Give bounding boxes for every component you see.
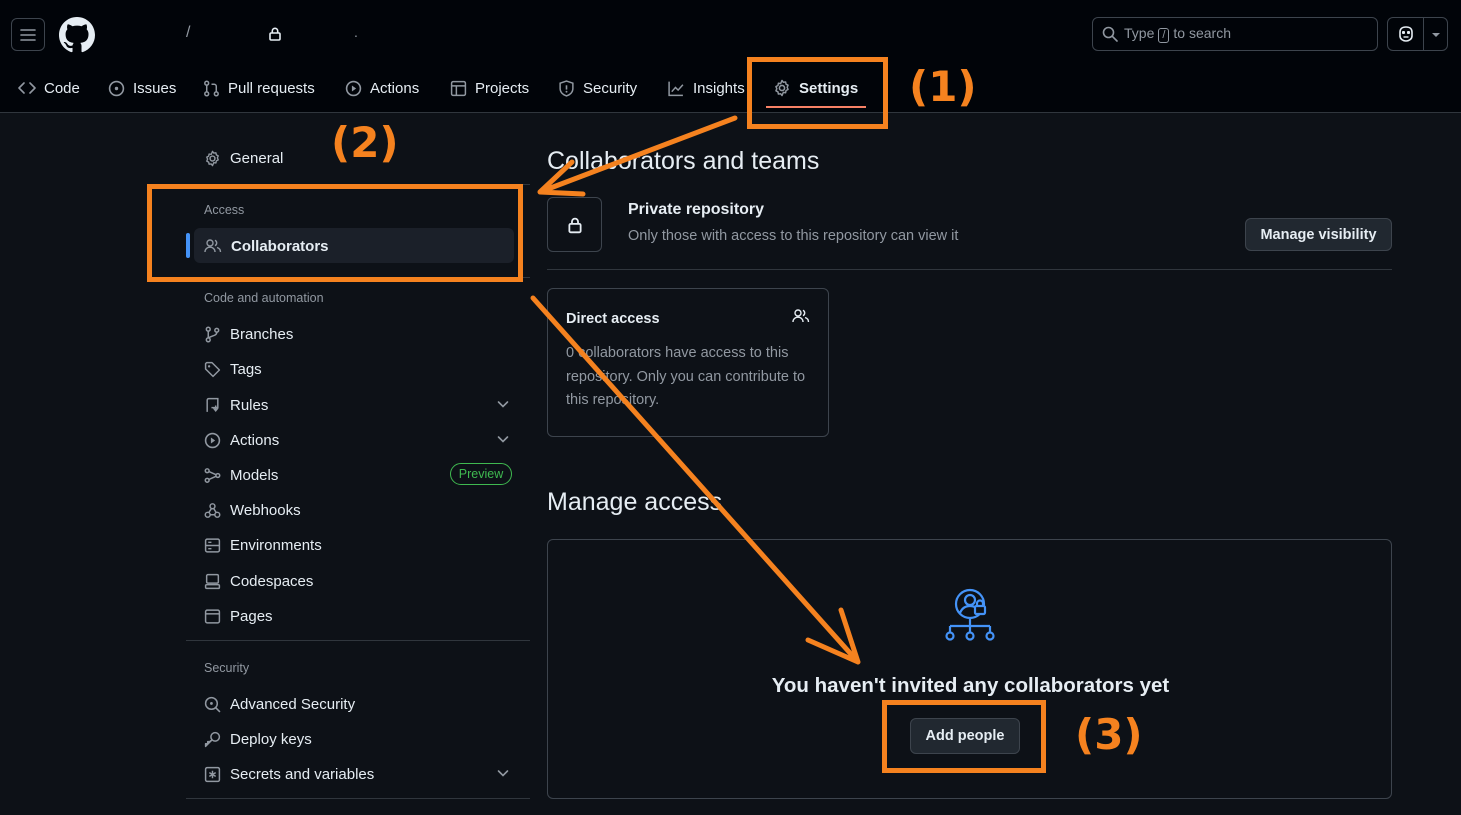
webhook-icon <box>204 502 221 518</box>
pull-request-icon <box>204 80 219 96</box>
direct-access-text: 0 collaborators have access to this repo… <box>566 345 806 408</box>
github-logo-icon[interactable] <box>59 17 95 53</box>
hamburger-icon <box>20 28 36 41</box>
menu-button[interactable] <box>11 18 45 51</box>
copilot-icon <box>1399 26 1413 42</box>
sidebar-item-rules[interactable]: Rules <box>204 393 268 417</box>
collaborators-org-icon <box>945 588 995 641</box>
sidebar-heading-security: Security <box>204 661 250 675</box>
collaborators-heading: Collaborators and teams <box>547 147 820 175</box>
tag-icon <box>204 361 221 377</box>
play-icon <box>204 432 221 448</box>
manage-visibility-button[interactable]: Manage visibility <box>1245 218 1392 251</box>
tab-actions[interactable]: Actions <box>345 70 419 106</box>
tab-insights[interactable]: Insights <box>667 70 745 106</box>
gear-icon <box>206 150 219 166</box>
server-icon <box>204 537 221 553</box>
direct-access-title: Direct access <box>566 311 660 327</box>
issue-icon <box>108 80 125 96</box>
tab-code[interactable]: Code <box>18 70 80 106</box>
tab-pull-requests[interactable]: Pull requests <box>203 70 315 106</box>
annotation-box-collaborators <box>147 184 523 282</box>
sidebar-item-tags[interactable]: Tags <box>204 357 262 381</box>
annotation-step-2: (2) <box>331 118 399 167</box>
shield-icon <box>559 79 574 97</box>
sidebar-divider <box>186 798 530 799</box>
asterisk-icon <box>204 766 221 782</box>
sidebar-item-models[interactable]: Models <box>204 463 278 487</box>
sidebar-item-advanced-security[interactable]: Advanced Security <box>204 692 355 716</box>
preview-badge: Preview <box>450 463 512 485</box>
repo-header: / . Type / to search Code Issues Pull requ… <box>0 0 1461 113</box>
tab-security[interactable]: Security <box>558 70 637 106</box>
branch-icon <box>205 326 220 342</box>
private-repo-title: Private repository <box>628 201 765 218</box>
private-repo-description: Only those with access to this repositor… <box>628 228 959 244</box>
models-icon <box>204 467 221 483</box>
sidebar-item-actions[interactable]: Actions <box>204 428 279 452</box>
sidebar-item-deploy-keys[interactable]: Deploy keys <box>204 727 312 751</box>
sidebar-heading-code: Code and automation <box>204 291 324 305</box>
breadcrumb-separator: / <box>186 24 191 41</box>
sidebar-item-codespaces[interactable]: Codespaces <box>204 569 313 593</box>
chevron-down-icon[interactable] <box>496 397 510 411</box>
chevron-down-icon[interactable] <box>496 766 510 780</box>
sidebar-item-environments[interactable]: Environments <box>204 533 322 557</box>
browser-icon <box>204 608 221 624</box>
chevron-down-icon[interactable] <box>496 432 510 446</box>
sidebar-item-pages[interactable]: Pages <box>204 604 273 628</box>
search-placeholder: Type / to search <box>1124 25 1232 43</box>
tab-issues[interactable]: Issues <box>108 70 176 106</box>
annotation-step-1: (1) <box>909 62 977 111</box>
lock-icon <box>269 27 281 41</box>
people-icon <box>792 309 810 323</box>
key-icon <box>204 731 221 747</box>
empty-state-title: You haven't invited any collaborators ye… <box>771 674 1170 697</box>
codescan-icon <box>204 696 221 713</box>
table-icon <box>450 80 467 96</box>
breadcrumb-trailing: . <box>354 24 358 40</box>
annotation-box-settings <box>747 57 888 129</box>
code-icon <box>18 82 36 94</box>
section-divider <box>547 269 1392 270</box>
direct-access-card: Direct access 0 collaborators have acces… <box>547 288 829 437</box>
chevron-down-icon[interactable] <box>1431 31 1441 39</box>
private-repo-icon-box <box>547 197 602 252</box>
copilot-button[interactable] <box>1387 17 1448 51</box>
sidebar-divider <box>186 640 530 641</box>
button-separator <box>1423 18 1424 50</box>
annotation-step-3: (3) <box>1075 710 1143 759</box>
play-icon <box>345 80 362 96</box>
tab-projects[interactable]: Projects <box>450 70 529 106</box>
lock-icon <box>567 217 582 233</box>
sidebar-item-secrets[interactable]: Secrets and variables <box>204 762 374 786</box>
graph-icon <box>668 81 684 96</box>
manage-access-heading: Manage access <box>547 488 723 516</box>
search-shortcut-key: / <box>1158 28 1170 43</box>
sidebar-item-webhooks[interactable]: Webhooks <box>204 498 301 522</box>
search-icon <box>1102 26 1118 42</box>
sidebar-item-branches[interactable]: Branches <box>204 322 293 346</box>
repo-push-icon <box>206 397 219 412</box>
annotation-box-add-people <box>882 700 1046 773</box>
codespaces-icon <box>204 573 221 589</box>
search-input[interactable]: Type / to search <box>1092 17 1378 51</box>
sidebar-item-general[interactable]: General <box>204 146 283 170</box>
